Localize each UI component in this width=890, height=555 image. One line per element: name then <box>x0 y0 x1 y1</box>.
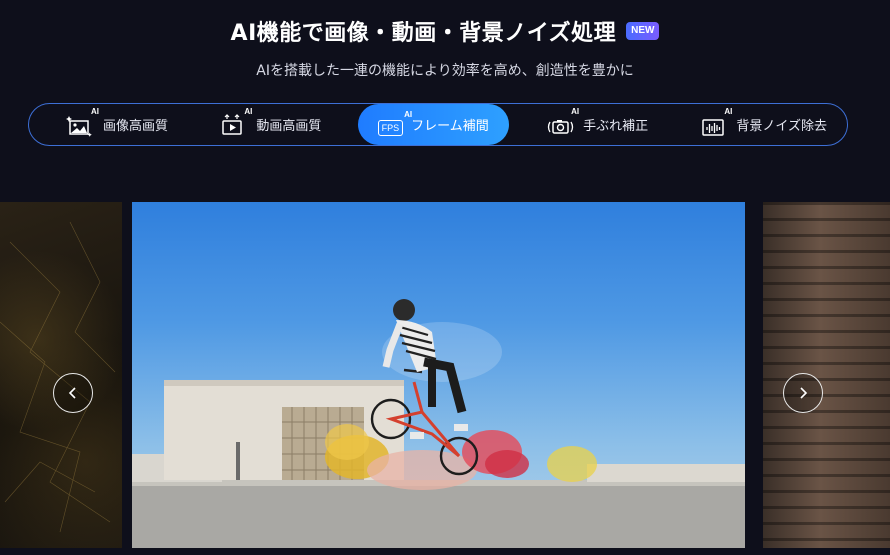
feature-tab-bar: AI 画像高画質 AI 動画高画質 FPS AI フレーム補間 AI 手ぶれ補正… <box>28 103 848 146</box>
tab-label: 背景ノイズ除去 <box>736 119 827 134</box>
chevron-right-icon <box>800 387 808 399</box>
carousel-prev-preview[interactable] <box>0 202 122 548</box>
page-title: AI機能で画像・動画・背景ノイズ処理 <box>230 21 617 46</box>
carousel-prev-button[interactable] <box>53 373 93 413</box>
tab-label: 画像高画質 <box>103 119 169 134</box>
tab-image-enhance[interactable]: AI 画像高画質 <box>51 104 182 145</box>
tab-label: 動画高画質 <box>256 119 322 134</box>
tab-video-enhance[interactable]: AI 動画高画質 <box>204 104 335 145</box>
image-carousel <box>0 202 890 548</box>
page-subtitle: AIを搭載した一連の機能により効率を高め、創造性を豊かに <box>256 63 634 79</box>
stabilize-camera-icon: AI <box>545 107 579 137</box>
image-enhance-icon: AI <box>65 107 99 137</box>
tab-noise-removal[interactable]: AI 背景ノイズ除去 <box>684 104 841 145</box>
fps-icon: FPS AI <box>377 110 412 136</box>
bmx-rider-photo <box>132 202 745 548</box>
tab-stabilization[interactable]: AI 手ぶれ補正 <box>531 104 662 145</box>
tab-label: フレーム補間 <box>411 119 489 134</box>
carousel-next-preview[interactable] <box>763 202 890 548</box>
new-badge: NEW <box>626 22 660 40</box>
noise-removal-icon: AI <box>698 107 732 137</box>
video-enhance-icon: AI <box>218 107 252 137</box>
tab-frame-interpolation[interactable]: FPS AI フレーム補間 <box>357 104 509 145</box>
carousel-next-button[interactable] <box>783 373 823 413</box>
chevron-left-icon <box>68 387 76 399</box>
tab-label: 手ぶれ補正 <box>583 119 649 134</box>
title-row: AI機能で画像・動画・背景ノイズ処理 NEW <box>0 14 890 48</box>
